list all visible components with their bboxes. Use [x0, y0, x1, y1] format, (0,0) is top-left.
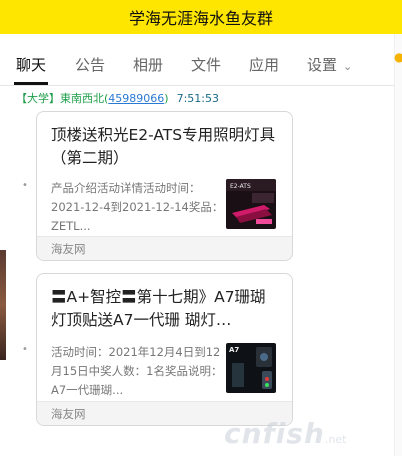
- window-title: 学海无涯海水鱼友群: [128, 9, 273, 28]
- background-image-edge: [0, 250, 6, 360]
- card-source: 海友网: [37, 236, 292, 260]
- share-card[interactable]: 顶楼送积光E2-ATS专用照明灯具（第二期） 产品介绍活动详情活动时间：2021…: [36, 111, 293, 261]
- message-sender: 【大学】東南西北(45989066) 7:51:53: [16, 90, 219, 106]
- side-panel-edge: [394, 34, 402, 456]
- card-description: 活动时间：2021年12月4日到12月15日中奖人数：1名奖品说明：A7一代珊瑚…: [51, 345, 223, 397]
- tab-settings[interactable]: 设置 ⌄: [307, 54, 352, 75]
- tab-bar: 聊天 公告 相册 文件 应用 设置 ⌄: [0, 34, 402, 86]
- member-level-tag: 【大学】: [16, 92, 60, 105]
- coral-light-photo-icon: A7: [226, 343, 276, 393]
- message-bullet: •: [22, 344, 28, 355]
- notification-icon[interactable]: ●: [394, 50, 402, 64]
- active-tab-indicator: [14, 82, 48, 85]
- window-title-bar: 学海无涯海水鱼友群: [0, 0, 402, 34]
- svg-text:A7: A7: [229, 346, 239, 354]
- tab-album[interactable]: 相册: [133, 54, 163, 75]
- product-photo-icon: E2-ATS: [226, 179, 276, 229]
- tab-announcement[interactable]: 公告: [75, 54, 105, 75]
- message-time: 7:51:53: [176, 92, 219, 105]
- watermark-text: cnfish: [224, 417, 325, 450]
- svg-text:E2-ATS: E2-ATS: [230, 183, 251, 190]
- message-bullet: •: [22, 180, 28, 191]
- share-card[interactable]: 〓A+智控〓第十七期》A7珊瑚灯顶贴送A7一代珊 瑚灯… 活动时间：2021年1…: [36, 273, 293, 426]
- watermark-suffix: .net: [324, 433, 347, 446]
- tab-apps[interactable]: 应用: [249, 54, 279, 75]
- tab-files[interactable]: 文件: [191, 54, 221, 75]
- card-description: 产品介绍活动详情活动时间：2021-12-4到2021-12-14奖品：ZETL…: [51, 181, 224, 233]
- chevron-down-icon: ⌄: [343, 60, 353, 73]
- site-watermark: cnfish.net: [224, 417, 394, 451]
- qq-close-paren: ): [164, 92, 169, 105]
- sender-name: 東南西北: [60, 92, 104, 105]
- sender-qq-link[interactable]: 45989066: [108, 92, 164, 105]
- tab-settings-label: 设置: [307, 56, 338, 74]
- tab-chat[interactable]: 聊天: [16, 54, 46, 75]
- card-title: 顶楼送积光E2-ATS专用照明灯具（第二期）: [51, 126, 276, 167]
- card-title: 〓A+智控〓第十七期》A7珊瑚灯顶贴送A7一代珊 瑚灯…: [51, 288, 266, 329]
